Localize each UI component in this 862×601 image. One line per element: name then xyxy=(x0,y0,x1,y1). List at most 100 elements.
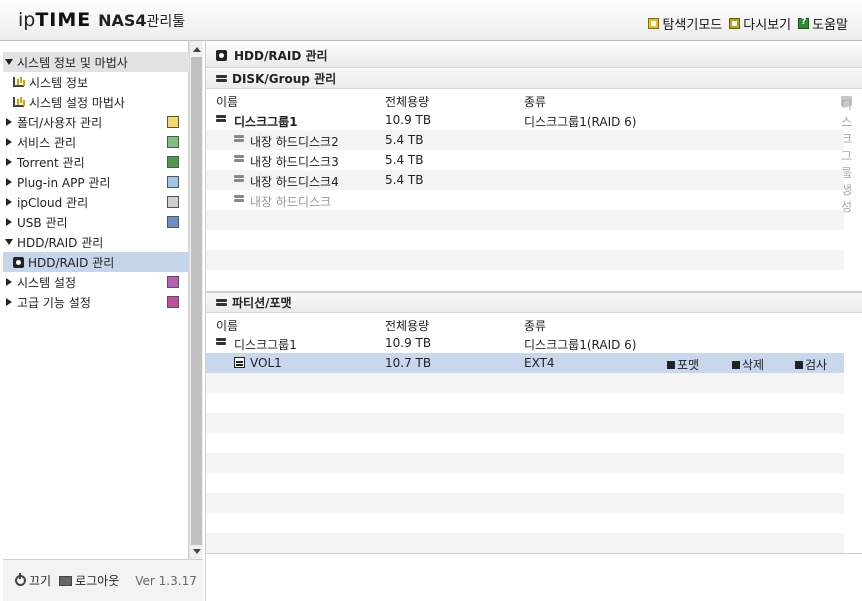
sidebar-group-folder-user[interactable]: 폴더/사용자 관리 xyxy=(3,112,189,132)
partition-section-title: 파티션/포맷 xyxy=(206,293,862,313)
row-name: VOL1 xyxy=(250,356,282,370)
power-icon xyxy=(15,573,26,586)
sidebar-group-system-info[interactable]: 시스템 정보 및 마법사 xyxy=(3,52,189,72)
row-name: 내장 하드디스크4 xyxy=(250,175,339,189)
row-capacity: 5.4 TB xyxy=(385,133,424,147)
settings-icon xyxy=(167,276,179,288)
empty-row xyxy=(206,250,844,270)
sidebar-item-label: 시스템 정보 및 마법사 xyxy=(17,55,128,70)
volume-icon xyxy=(234,357,245,368)
row-name: 내장 하드디스크3 xyxy=(250,155,339,169)
power-off-button[interactable]: 끄기 xyxy=(15,572,51,589)
column-kind: 종류 xyxy=(524,319,547,333)
help-link[interactable]: 도움말 xyxy=(798,14,848,33)
torrent-icon xyxy=(167,156,179,168)
explorer-mode-link[interactable]: 탐색기모드 xyxy=(648,14,722,33)
sidebar-footer: 끄기 로그아웃 Ver 1.3.17 xyxy=(3,559,203,601)
sidebar-item-label: 서비스 관리 xyxy=(17,135,77,150)
table-row[interactable]: 내장 하드디스크4 5.4 TB xyxy=(206,170,844,190)
disk-group-icon xyxy=(216,337,227,347)
sidebar-item-hdd-raid[interactable]: HDD/RAID 관리 xyxy=(3,252,189,272)
sidebar-item-label: Plug-in APP 관리 xyxy=(17,175,111,190)
reload-label: 다시보기 xyxy=(743,18,792,33)
cloud-icon xyxy=(167,196,179,208)
logo-nas: NAS4 xyxy=(98,11,147,30)
empty-row xyxy=(206,473,844,493)
empty-row xyxy=(206,453,844,473)
sidebar-group-usb[interactable]: USB 관리 xyxy=(3,212,189,232)
sidebar-item-label: USB 관리 xyxy=(17,215,68,230)
sidebar-scrollbar[interactable] xyxy=(189,41,203,559)
empty-row xyxy=(206,270,844,290)
expand-arrow-icon xyxy=(6,298,12,306)
sidebar-item-label: 고급 기능 설정 xyxy=(17,295,91,310)
service-icon xyxy=(167,136,179,148)
format-icon xyxy=(667,360,675,369)
delete-button[interactable]: 삭제 xyxy=(732,356,764,373)
logout-icon xyxy=(59,575,73,586)
expand-arrow-icon xyxy=(6,198,12,206)
table-row[interactable]: 내장 하드디스크 xyxy=(206,190,844,210)
sidebar-item-setup-wizard[interactable]: 시스템 설정 마법사 xyxy=(3,92,189,112)
empty-row xyxy=(206,230,844,250)
format-button[interactable]: 포맷 xyxy=(667,356,699,373)
hard-disk-icon xyxy=(234,194,245,204)
table-row[interactable]: 디스크그룹1 10.9 TB 디스크그룹1(RAID 6) xyxy=(206,110,844,130)
empty-row xyxy=(206,513,844,533)
disk-group-icon xyxy=(216,114,227,124)
row-kind: EXT4 xyxy=(524,356,555,370)
logout-button[interactable]: 로그아웃 xyxy=(59,572,119,589)
sidebar-group-torrent[interactable]: Torrent 관리 xyxy=(3,152,189,172)
sidebar-group-advanced[interactable]: 고급 기능 설정 xyxy=(3,292,189,312)
hard-disk-icon xyxy=(234,134,245,144)
format-label: 포맷 xyxy=(677,358,700,372)
logo-manager: 관리툴 xyxy=(146,14,186,30)
sidebar-group-ipcloud[interactable]: ipCloud 관리 xyxy=(3,192,189,212)
check-button[interactable]: 검사 xyxy=(795,356,827,373)
sidebar-item-label: HDD/RAID 관리 xyxy=(17,235,104,250)
row-name: 내장 하드디스크2 xyxy=(250,135,339,149)
scroll-thumb[interactable] xyxy=(191,57,202,545)
disk-icon xyxy=(13,256,24,268)
sidebar-group-service[interactable]: 서비스 관리 xyxy=(3,132,189,152)
plugin-icon xyxy=(167,176,179,188)
table-row[interactable]: 내장 하드디스크3 5.4 TB xyxy=(206,150,844,170)
bottom-border xyxy=(206,553,862,554)
table-row[interactable]: 내장 하드디스크2 5.4 TB xyxy=(206,130,844,150)
table-row[interactable]: 디스크그룹1 10.9 TB 디스크그룹1(RAID 6) xyxy=(206,333,844,353)
explorer-mode-label: 탐색기모드 xyxy=(662,18,723,33)
empty-row xyxy=(206,210,844,230)
expand-arrow-icon xyxy=(6,118,12,126)
page-title-bar: HDD/RAID 관리 xyxy=(206,44,862,68)
sidebar-item-label: Torrent 관리 xyxy=(17,155,85,170)
explorer-icon xyxy=(648,18,660,29)
sidebar-group-hdd-raid[interactable]: HDD/RAID 관리 xyxy=(3,232,189,252)
scroll-up-icon[interactable] xyxy=(193,47,201,52)
help-icon xyxy=(798,17,810,29)
main-panel: HDD/RAID 관리 DISK/Group 관리 이름 전체용량 종류 디스크… xyxy=(205,41,862,601)
hard-disk-icon xyxy=(234,154,245,164)
row-capacity: 5.4 TB xyxy=(385,173,424,187)
table-row-selected[interactable]: VOL1 10.7 TB EXT4 포맷 삭제 검사 xyxy=(206,353,844,373)
page-title: HDD/RAID 관리 xyxy=(234,49,328,63)
sidebar-item-system-info[interactable]: 시스템 정보 xyxy=(3,72,189,92)
row-name: 디스크그룹1 xyxy=(234,115,298,129)
folder-user-icon xyxy=(167,116,179,128)
row-name: 내장 하드디스크 xyxy=(250,195,332,209)
expand-arrow-icon xyxy=(6,178,12,186)
sidebar-nav: 시스템 정보 및 마법사 시스템 정보 시스템 설정 마법사 폴더/사용자 관리… xyxy=(3,41,189,559)
empty-row xyxy=(206,373,844,393)
logout-label: 로그아웃 xyxy=(75,574,120,588)
reload-link[interactable]: 다시보기 xyxy=(729,14,791,33)
sidebar-group-system-settings[interactable]: 시스템 설정 xyxy=(3,272,189,292)
sidebar-item-label: 시스템 정보 xyxy=(29,75,89,90)
column-capacity: 전체용량 xyxy=(385,319,430,333)
delete-label: 삭제 xyxy=(742,358,765,372)
collapse-arrow-icon xyxy=(5,59,13,65)
expand-arrow-icon xyxy=(6,158,12,166)
sidebar-group-plugin[interactable]: Plug-in APP 관리 xyxy=(3,172,189,192)
row-capacity: 10.9 TB xyxy=(385,336,432,350)
disk-group-columns: 이름 전체용량 종류 디스크그룹 생성 xyxy=(206,90,862,214)
scroll-down-icon[interactable] xyxy=(193,549,201,554)
empty-row xyxy=(206,393,844,413)
